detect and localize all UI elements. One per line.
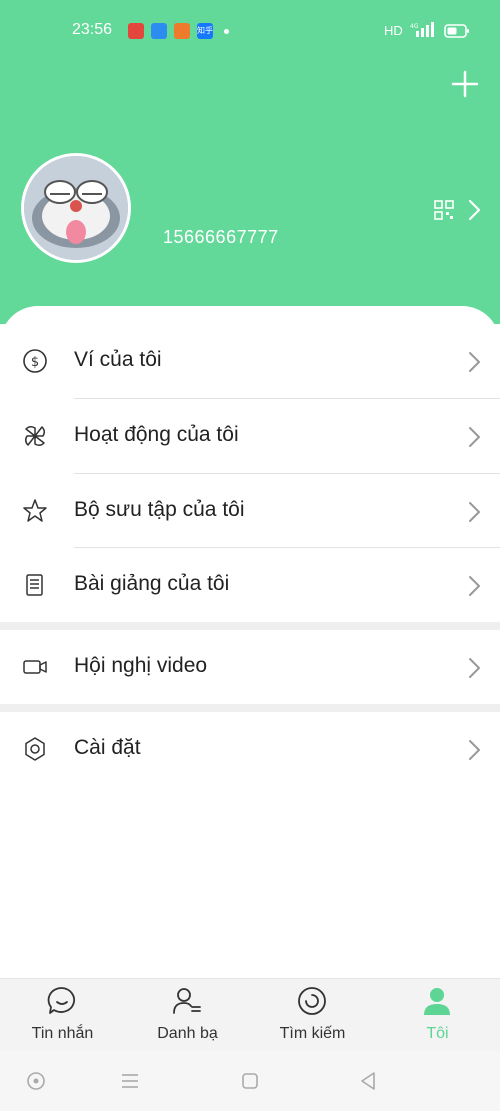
status-app-icons: 知乎 — [128, 23, 229, 39]
video-icon — [23, 660, 47, 674]
battery-icon — [444, 24, 469, 38]
menu-item-activity[interactable]: Hoạt động của tôi — [0, 399, 500, 473]
svg-text:$: $ — [31, 355, 39, 370]
tab-me[interactable]: Tôi — [375, 979, 500, 1051]
chevron-right-icon — [469, 427, 480, 447]
menu-item-label: Hội nghị video — [74, 654, 208, 677]
status-bar: 23:56 知乎 HD 4G — [0, 0, 500, 62]
home-icon[interactable] — [238, 1069, 262, 1093]
tab-label: Tôi — [426, 1025, 449, 1042]
menu-item-lectures[interactable]: Bài giảng của tôi — [0, 548, 500, 622]
chevron-right-icon — [469, 658, 480, 678]
tab-search[interactable]: Tìm kiếm — [250, 979, 375, 1051]
system-navigation-bar — [0, 1051, 500, 1111]
menu-item-collection[interactable]: Bộ sưu tập của tôi — [0, 474, 500, 548]
me-icon — [424, 988, 450, 1015]
tab-label: Tin nhắn — [31, 1025, 94, 1042]
document-icon — [26, 574, 43, 596]
menu-item-label: Hoạt động của tôi — [74, 423, 239, 446]
notification-dot — [224, 28, 229, 34]
menu-item-label: Bộ sưu tập của tôi — [74, 498, 245, 521]
contacts-icon — [173, 988, 201, 1014]
star-icon — [23, 499, 47, 522]
tab-messages[interactable]: Tin nhắn — [0, 979, 125, 1051]
activity-icon — [24, 425, 46, 447]
wallet-icon: $ — [23, 349, 47, 373]
message-icon — [47, 987, 75, 1014]
signal-icon: 4G — [410, 22, 434, 37]
add-icon[interactable] — [451, 70, 479, 98]
tab-label: Tìm kiếm — [279, 1025, 346, 1042]
settings-icon — [25, 737, 45, 761]
profile-header: 23:56 知乎 HD 4G 15666667777 — [0, 0, 500, 340]
back-icon[interactable] — [356, 1069, 380, 1093]
menu-icon[interactable] — [118, 1069, 142, 1093]
tab-label: Danh bạ — [157, 1025, 218, 1042]
avatar-image — [24, 156, 128, 260]
network-label: HD — [384, 23, 403, 38]
avatar[interactable] — [21, 153, 131, 263]
menu-item-settings[interactable]: Cài đặt — [0, 712, 500, 786]
chevron-right-icon[interactable] — [466, 199, 482, 221]
bottom-tab-bar: Tin nhắn Danh bạ Tìm kiếm Tôi — [0, 978, 500, 1051]
chevron-right-icon — [469, 502, 480, 522]
app-icon-1 — [128, 23, 144, 39]
explore-icon — [298, 987, 326, 1015]
section-separator — [0, 622, 500, 630]
svg-text:4G: 4G — [410, 23, 419, 30]
menu-item-video-conference[interactable]: Hội nghị video — [0, 630, 500, 704]
phone-number: 15666667777 — [163, 227, 279, 247]
app-icon-3 — [174, 23, 190, 39]
status-time: 23:56 — [72, 21, 113, 38]
section-separator — [0, 704, 500, 712]
qr-code-icon[interactable] — [433, 199, 455, 221]
menu-item-label: Ví của tôi — [74, 348, 162, 371]
chevron-right-icon — [469, 352, 480, 372]
zhihu-icon: 知乎 — [197, 23, 213, 39]
menu-card: $ Ví của tôi Hoạt động của tôi Bộ sưu tậ… — [0, 306, 500, 978]
chevron-right-icon — [469, 576, 480, 596]
menu-item-label: Bài giảng của tôi — [74, 572, 230, 595]
tab-contacts[interactable]: Danh bạ — [125, 979, 250, 1051]
chevron-right-icon — [469, 740, 480, 760]
menu-item-wallet[interactable]: $ Ví của tôi — [0, 324, 500, 398]
app-icon-2 — [151, 23, 167, 39]
assistant-icon[interactable] — [24, 1069, 48, 1093]
menu-item-label: Cài đặt — [74, 736, 141, 759]
